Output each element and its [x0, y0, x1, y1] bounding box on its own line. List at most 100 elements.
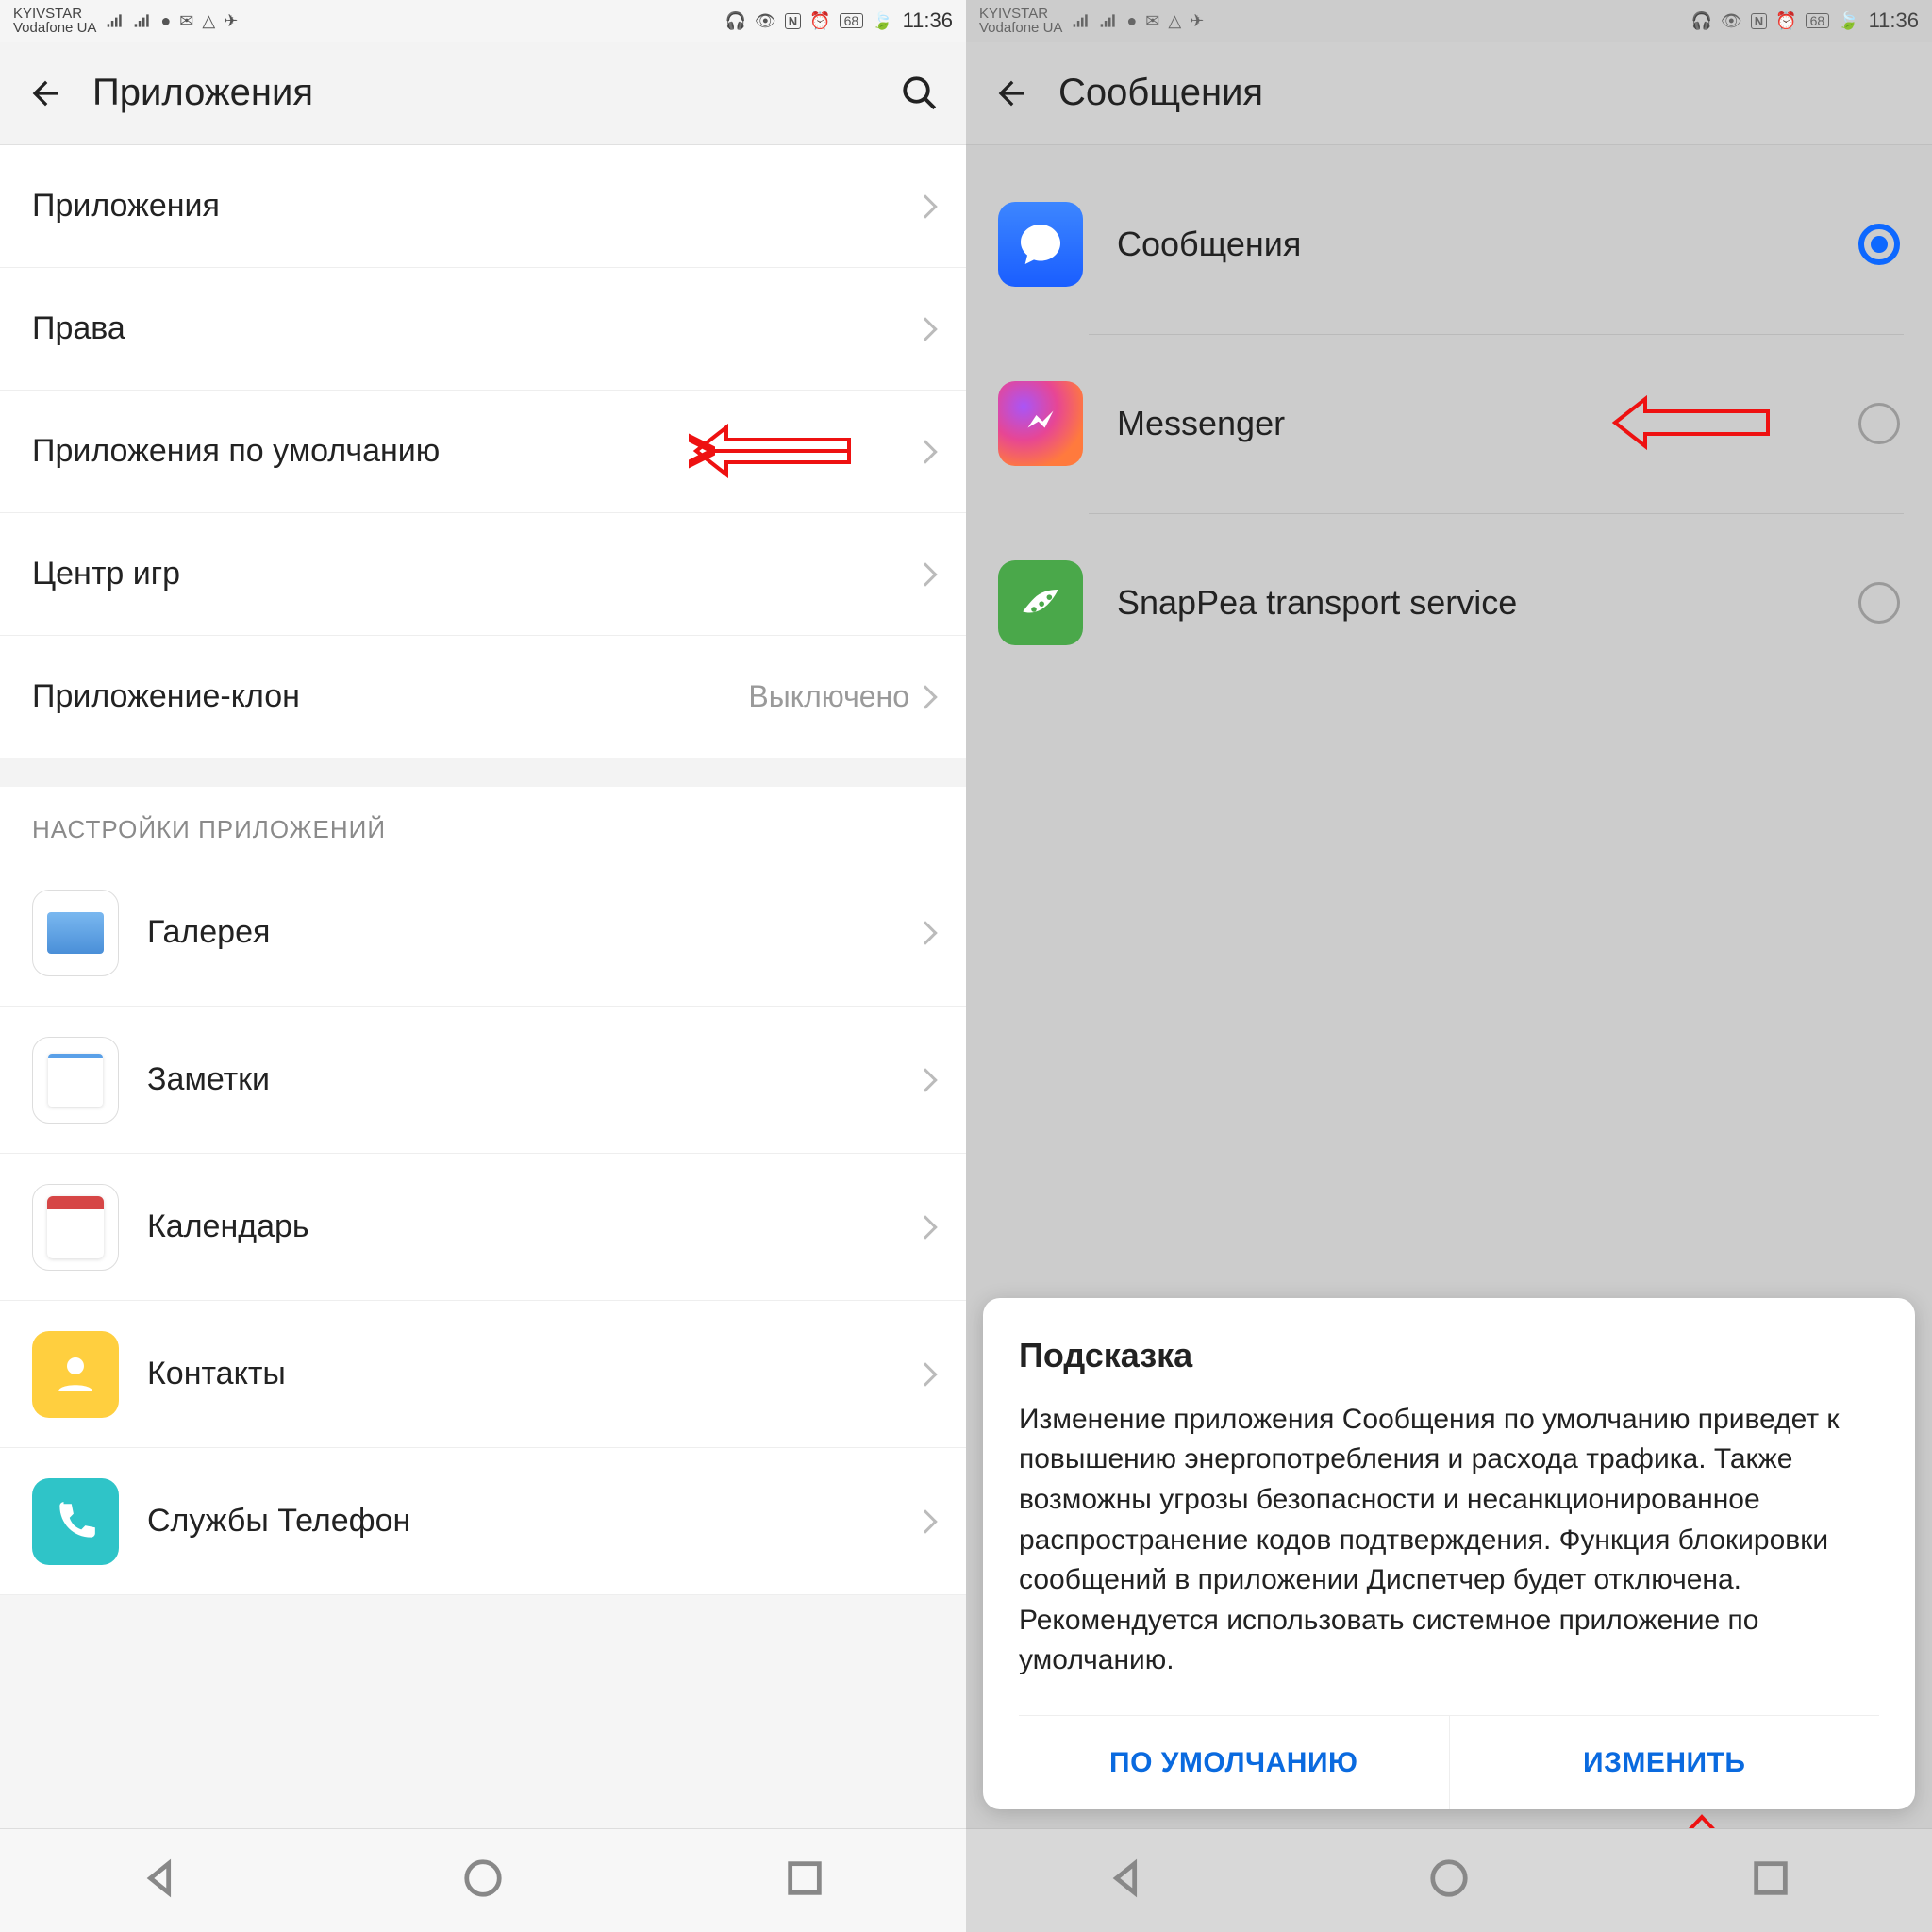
carrier-2: Vodafone UA: [13, 21, 96, 35]
chevron-right-icon: [913, 562, 937, 586]
app-label: Заметки: [147, 1061, 917, 1098]
chevron-right-icon: [913, 317, 937, 341]
carrier-labels: KYIVSTAR Vodafone UA: [979, 7, 1062, 35]
radio-selected[interactable]: [1858, 224, 1900, 265]
headphones-icon: 🎧: [1690, 11, 1711, 31]
nav-back[interactable]: [1106, 1857, 1149, 1905]
chevron-right-icon: [913, 685, 937, 708]
nav-back[interactable]: [140, 1857, 183, 1905]
gallery-icon: [32, 890, 119, 976]
headphones-icon: 🎧: [724, 11, 745, 31]
screen-apps: KYIVSTAR Vodafone UA ● ✉ △ ✈ 🎧 👁 N ⏰ 68 …: [0, 0, 966, 1932]
app-option-label: SnapPea transport service: [1117, 583, 1858, 623]
back-icon[interactable]: [26, 75, 64, 112]
status-icons-right: 🎧 👁 N ⏰ 68 🍃: [724, 11, 892, 31]
leaf-icon: 🍃: [872, 11, 892, 31]
back-icon[interactable]: [992, 75, 1030, 112]
signal-icon: [1072, 11, 1091, 30]
carrier-labels: KYIVSTAR Vodafone UA: [13, 7, 96, 35]
carrier-2: Vodafone UA: [979, 21, 1062, 35]
chevron-right-icon: [913, 440, 937, 463]
chevron-right-icon: [913, 921, 937, 944]
app-row-gallery[interactable]: Галерея: [0, 859, 966, 1007]
chevron-right-icon: [913, 194, 937, 218]
eye-icon: 👁: [1721, 11, 1742, 31]
app-option-snappea[interactable]: SnapPea transport service: [966, 513, 1932, 692]
signal-icon: [133, 11, 152, 30]
alarm-icon: ⏰: [809, 11, 830, 31]
app-row-notes[interactable]: Заметки: [0, 1007, 966, 1154]
nfc-icon: N: [1751, 13, 1767, 29]
messages-app-icon: [998, 202, 1083, 287]
nav-bar: [0, 1828, 966, 1932]
telegram-icon: ✈: [1190, 11, 1204, 31]
carrier-1: KYIVSTAR: [13, 7, 96, 21]
row-game-center[interactable]: Центр игр: [0, 513, 966, 636]
app-label: Контакты: [147, 1356, 917, 1392]
radio-unselected[interactable]: [1858, 403, 1900, 444]
battery-icon: 68: [840, 13, 864, 28]
dialog-body: Изменение приложения Сообщения по умолча…: [1019, 1400, 1879, 1681]
chevron-right-icon: [913, 1068, 937, 1091]
app-row-phone[interactable]: Службы Телефон: [0, 1448, 966, 1595]
nav-home[interactable]: [461, 1857, 505, 1905]
nav-bar: [966, 1828, 1932, 1932]
dialog-buttons: ПО УМОЛЧАНИЮ ИЗМЕНИТЬ: [1019, 1715, 1879, 1809]
notes-icon: [32, 1037, 119, 1124]
app-label: Календарь: [147, 1208, 917, 1245]
row-label: Приложения по умолчанию: [32, 433, 917, 470]
row-app-twin[interactable]: Приложение-клон Выключено: [0, 636, 966, 758]
calendar-icon: [32, 1184, 119, 1271]
nav-recent[interactable]: [783, 1857, 826, 1905]
nav-home[interactable]: [1427, 1857, 1471, 1905]
settings-list: Приложения Права Приложения по умолчанию…: [0, 145, 966, 758]
app-option-messenger[interactable]: Messenger: [966, 334, 1932, 513]
carrier-1: KYIVSTAR: [979, 7, 1062, 21]
snappea-app-icon: [998, 560, 1083, 645]
warning-icon: △: [1168, 11, 1181, 31]
dialog-title: Подсказка: [1019, 1336, 1879, 1375]
status-bar: KYIVSTAR Vodafone UA ● ✉ △ ✈ 🎧 👁 N ⏰ 68 …: [0, 0, 966, 42]
row-permissions[interactable]: Права: [0, 268, 966, 391]
leaf-icon: 🍃: [1838, 11, 1858, 31]
radio-unselected[interactable]: [1858, 582, 1900, 624]
row-label: Приложения: [32, 188, 917, 225]
confirm-dialog: Подсказка Изменение приложения Сообщения…: [983, 1298, 1915, 1809]
messenger-app-icon: [998, 381, 1083, 466]
status-icons-left: ● ✉ △ ✈: [1072, 11, 1204, 31]
phone-icon: [32, 1478, 119, 1565]
chevron-right-icon: [913, 1362, 937, 1386]
status-icons-right: 🎧 👁 N ⏰ 68 🍃: [1690, 11, 1858, 31]
signal-icon: [106, 11, 125, 30]
app-row-contacts[interactable]: Контакты: [0, 1301, 966, 1448]
app-option-label: Messenger: [1117, 404, 1858, 443]
battery-icon: 68: [1806, 13, 1830, 28]
app-option-messages[interactable]: Сообщения: [966, 155, 1932, 334]
page-title: Сообщения: [1058, 72, 1906, 114]
mail-icon: ✉: [179, 11, 193, 31]
row-apps[interactable]: Приложения: [0, 145, 966, 268]
signal-icon: [1099, 11, 1118, 30]
app-label: Галерея: [147, 914, 917, 951]
mail-icon: ✉: [1145, 11, 1159, 31]
app-row-calendar[interactable]: Календарь: [0, 1154, 966, 1301]
alarm-icon: ⏰: [1775, 11, 1796, 31]
row-value: Выключено: [748, 679, 909, 714]
nav-recent[interactable]: [1749, 1857, 1792, 1905]
contacts-icon: [32, 1331, 119, 1418]
telegram-icon: ✈: [224, 11, 238, 31]
section-title: НАСТРОЙКИ ПРИЛОЖЕНИЙ: [0, 787, 966, 859]
dot-icon: ●: [1126, 11, 1137, 31]
dialog-default-button[interactable]: ПО УМОЛЧАНИЮ: [1019, 1716, 1449, 1809]
screen-messages: KYIVSTAR Vodafone UA ● ✉ △ ✈ 🎧 👁 N ⏰ 68 …: [966, 0, 1932, 1932]
section-gap: [0, 758, 966, 787]
nfc-icon: N: [785, 13, 801, 29]
app-label: Службы Телефон: [147, 1503, 917, 1540]
row-default-apps[interactable]: Приложения по умолчанию: [0, 391, 966, 513]
search-icon[interactable]: [900, 74, 940, 113]
clock: 11:36: [1869, 8, 1919, 33]
row-label: Права: [32, 310, 917, 347]
status-icons-left: ● ✉ △ ✈: [106, 11, 238, 31]
dot-icon: ●: [160, 11, 171, 31]
dialog-change-button[interactable]: ИЗМЕНИТЬ: [1449, 1716, 1880, 1809]
